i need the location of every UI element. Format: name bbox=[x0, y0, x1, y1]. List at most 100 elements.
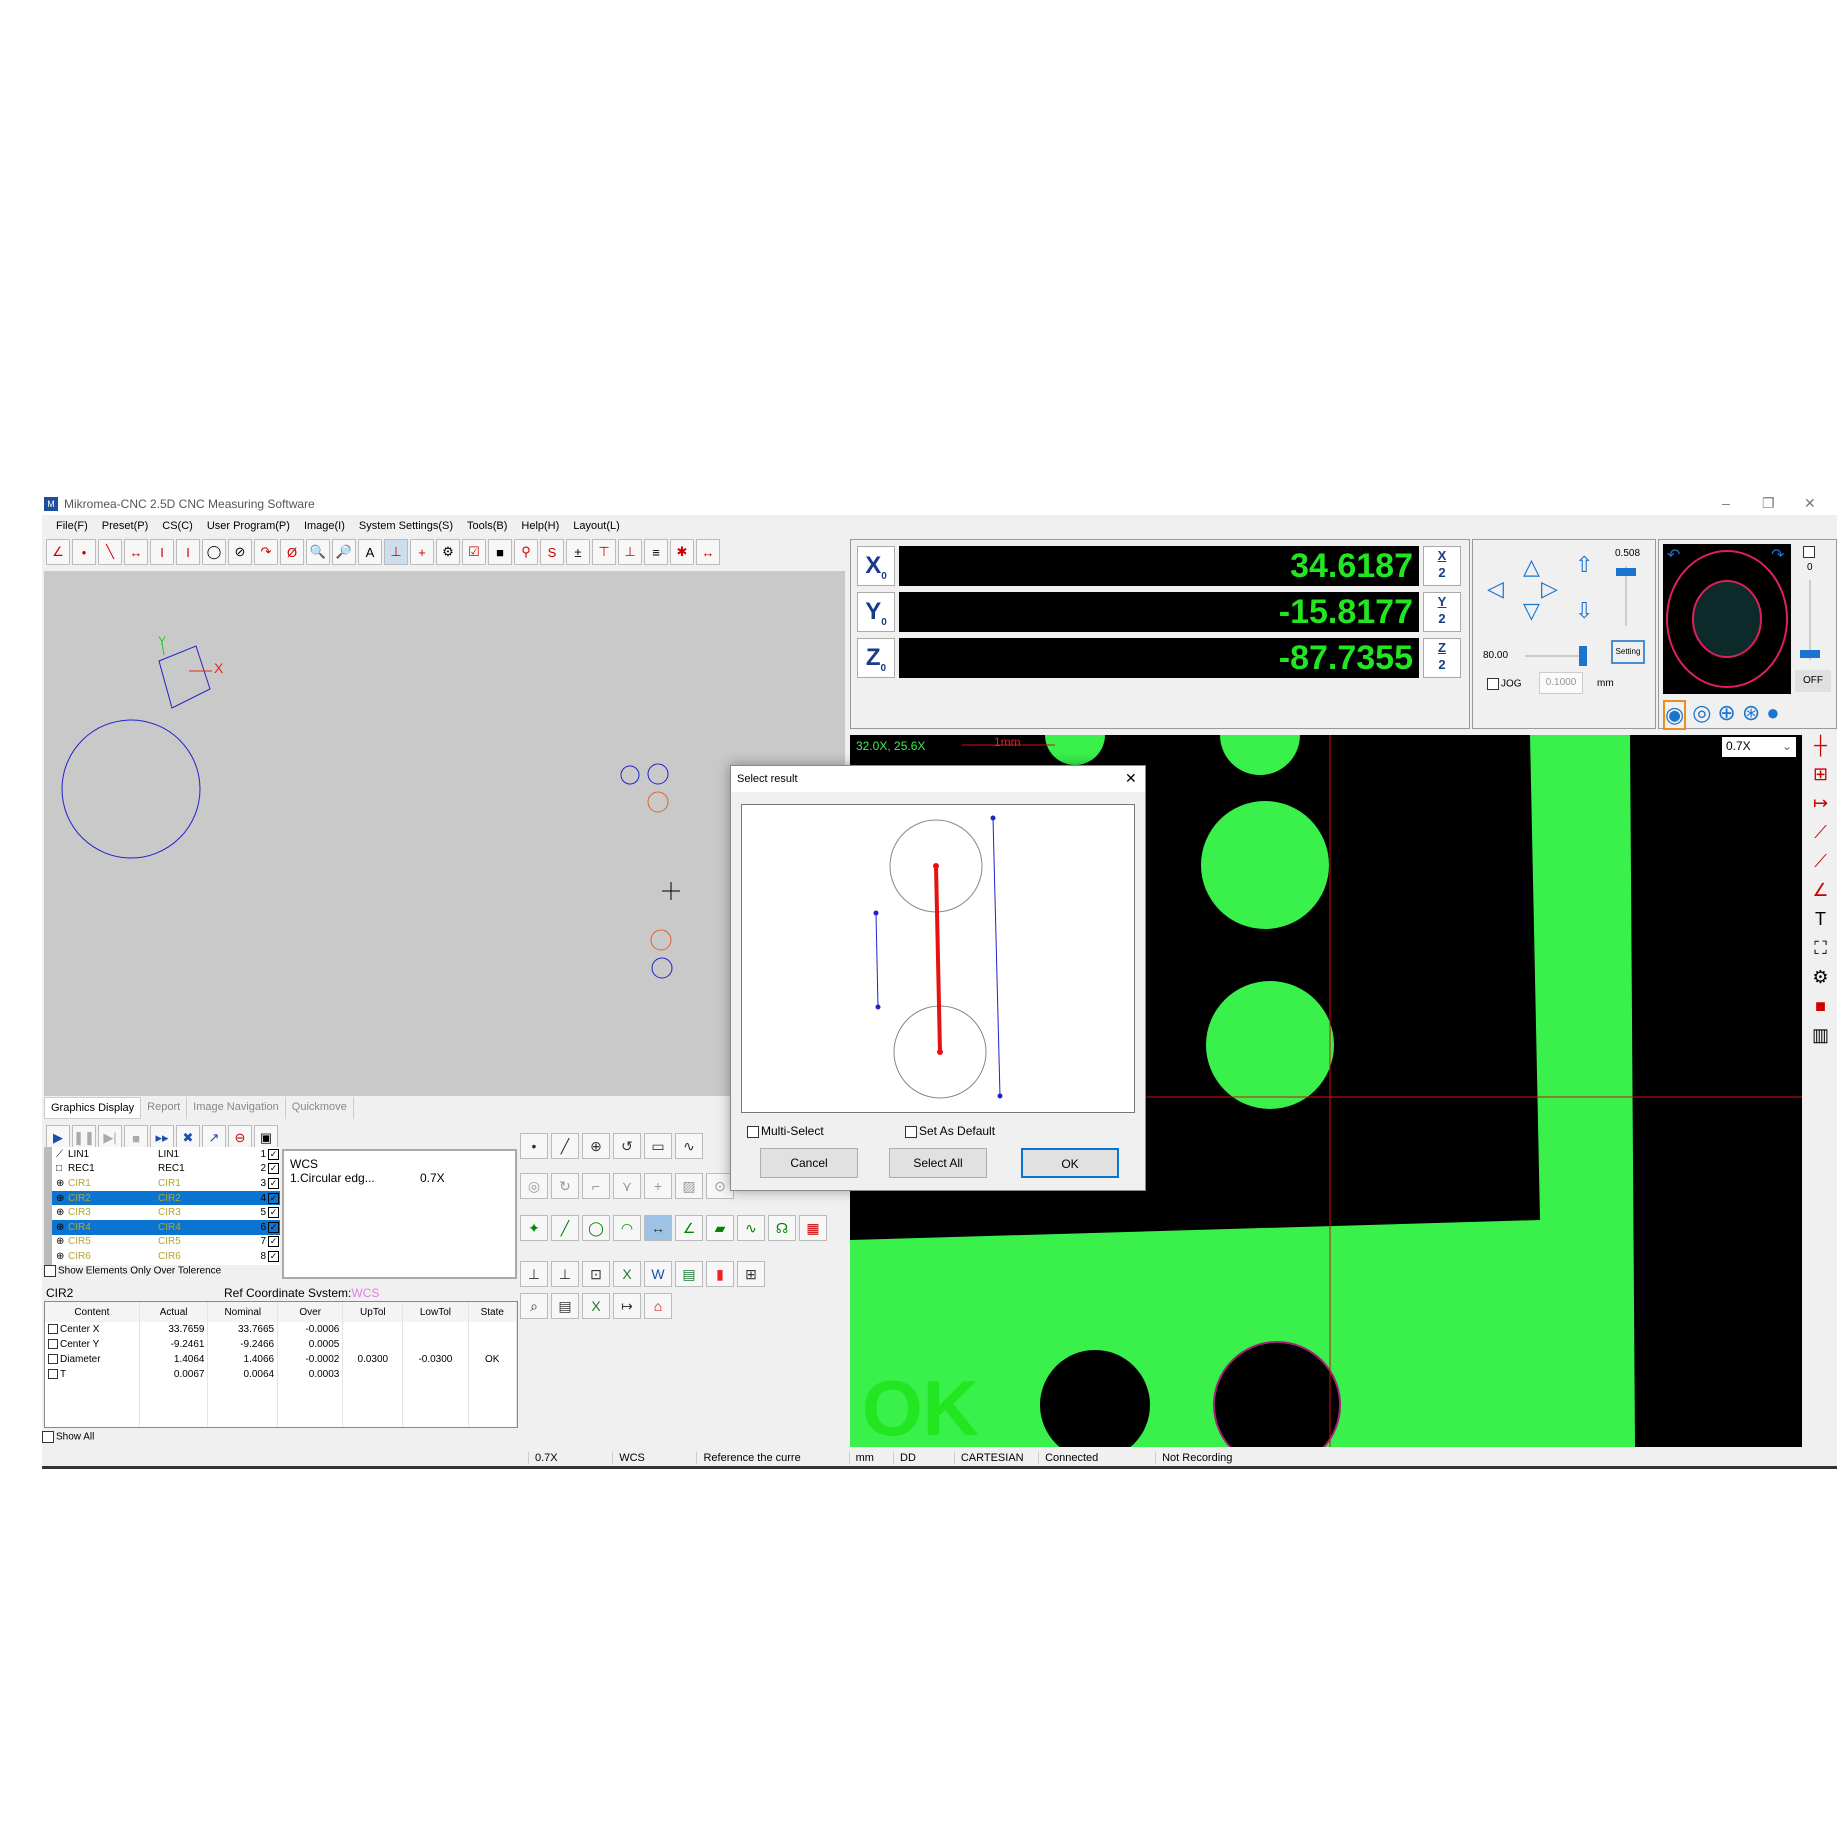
settings-icon[interactable]: ⚙ bbox=[1812, 967, 1828, 988]
element-row[interactable]: ⟋ LIN1 LIN1 1 ✓ bbox=[52, 1147, 280, 1162]
coordinate-icon[interactable]: ⊥ bbox=[384, 539, 408, 565]
z-half-button[interactable]: Z2 bbox=[1423, 638, 1461, 678]
s-icon[interactable]: S bbox=[540, 539, 564, 565]
align-base-icon[interactable]: ⊥ bbox=[618, 539, 642, 565]
construct-line-icon[interactable]: ╱ bbox=[551, 1215, 579, 1241]
zoom-in-icon[interactable]: 🔍 bbox=[306, 539, 330, 565]
circle-icon[interactable]: ⊕ bbox=[582, 1133, 610, 1159]
construct-angle-icon[interactable]: ∠ bbox=[675, 1215, 703, 1241]
element-visible-checkbox[interactable]: ✓ bbox=[268, 1177, 279, 1189]
element-row[interactable]: ⊕ CIR3 CIR3 5 ✓ bbox=[52, 1205, 280, 1220]
grid-split-icon[interactable]: ⊞ bbox=[737, 1261, 765, 1287]
angle-icon[interactable]: ∠ bbox=[1812, 880, 1828, 901]
element-row[interactable]: ⊕ CIR4 CIR4 6 ✓ bbox=[52, 1219, 280, 1235]
diameter-tool-icon[interactable]: Ø bbox=[280, 539, 304, 565]
arrow-down-icon[interactable]: ▽ bbox=[1523, 598, 1540, 624]
close-button[interactable]: ✕ bbox=[1804, 495, 1816, 512]
segment-light-icon[interactable]: ⊕ bbox=[1717, 700, 1735, 730]
construct-contour-icon[interactable]: ☊ bbox=[768, 1215, 796, 1241]
crosshair-icon[interactable]: ┼ bbox=[1814, 735, 1827, 756]
record-icon[interactable]: ■ bbox=[1815, 996, 1826, 1017]
circle-tool-icon[interactable]: ◯ bbox=[202, 539, 226, 565]
construct-distance-icon[interactable]: ↔ bbox=[644, 1215, 672, 1241]
result-preview[interactable] bbox=[741, 804, 1135, 1113]
cancel-button[interactable]: Cancel bbox=[760, 1148, 858, 1178]
dialog-close-icon[interactable]: ✕ bbox=[1125, 770, 1137, 787]
curve-icon[interactable]: ∿ bbox=[675, 1133, 703, 1159]
cs-save-icon[interactable]: ⊡ bbox=[582, 1261, 610, 1287]
element-visible-checkbox[interactable]: ✓ bbox=[268, 1207, 279, 1219]
setting-button[interactable]: Setting bbox=[1611, 640, 1645, 664]
grid-icon[interactable]: ⊞ bbox=[1813, 764, 1828, 785]
crosshair-icon[interactable]: + bbox=[410, 539, 434, 565]
jog-checkbox[interactable]: JOG bbox=[1487, 678, 1522, 690]
arc-icon[interactable]: ↺ bbox=[613, 1133, 641, 1159]
gear-icon[interactable]: ⚙ bbox=[436, 539, 460, 565]
menu-item[interactable]: Help(H) bbox=[521, 520, 559, 532]
rectangle-icon[interactable]: ▭ bbox=[644, 1133, 672, 1159]
element-visible-checkbox[interactable]: ✓ bbox=[268, 1236, 279, 1248]
menu-item[interactable]: Preset(P) bbox=[102, 520, 148, 532]
tab-report[interactable]: Report bbox=[141, 1097, 188, 1119]
menu-item[interactable]: File(F) bbox=[56, 520, 88, 532]
circle-alt-tool-icon[interactable]: ⊘ bbox=[228, 539, 252, 565]
show-over-tolerance-checkbox[interactable]: Show Elements Only Over Tolerence bbox=[44, 1265, 221, 1277]
image-icon[interactable]: ▨ bbox=[675, 1173, 703, 1199]
probe-icon[interactable]: ⚲ bbox=[514, 539, 538, 565]
cross-icon[interactable]: + bbox=[644, 1173, 672, 1199]
align-axis-icon[interactable]: ⊥ bbox=[551, 1261, 579, 1287]
tab-quickmove[interactable]: Quickmove bbox=[286, 1097, 354, 1119]
excel-report-icon[interactable]: X bbox=[582, 1293, 610, 1319]
tab-graphics-display[interactable]: Graphics Display bbox=[44, 1097, 142, 1119]
multi-select-checkbox[interactable]: Multi-Select bbox=[747, 1124, 824, 1138]
z-down-icon[interactable]: ⇩ bbox=[1575, 598, 1593, 624]
ring-light-icon[interactable]: ◉ bbox=[1663, 700, 1687, 730]
menu-item[interactable]: Image(I) bbox=[304, 520, 345, 532]
line-tool-icon[interactable]: ╲ bbox=[98, 539, 122, 565]
element-visible-checkbox[interactable]: ✓ bbox=[268, 1148, 279, 1160]
distance-icon[interactable]: ↦ bbox=[1813, 793, 1828, 814]
minimize-button[interactable]: – bbox=[1722, 495, 1730, 511]
restore-button[interactable]: ❐ bbox=[1762, 495, 1775, 512]
text-tool-icon[interactable]: A bbox=[358, 539, 382, 565]
light-checkbox[interactable] bbox=[1803, 546, 1815, 558]
element-row[interactable]: ⊕ CIR1 CIR1 3 ✓ bbox=[52, 1176, 280, 1191]
element-visible-checkbox[interactable]: ✓ bbox=[268, 1192, 279, 1204]
construct-point-icon[interactable]: ✦ bbox=[520, 1215, 548, 1241]
barcode-icon[interactable]: ▥ bbox=[1812, 1025, 1829, 1046]
select-all-button[interactable]: Select All bbox=[889, 1148, 987, 1178]
report-table-icon[interactable]: ▦ bbox=[799, 1215, 827, 1241]
text-icon[interactable]: T bbox=[1815, 909, 1826, 930]
menu-item[interactable]: Tools(B) bbox=[467, 520, 507, 532]
arc-tool-icon[interactable]: ↷ bbox=[254, 539, 278, 565]
element-row[interactable]: □ REC1 REC1 2 ✓ bbox=[52, 1162, 280, 1177]
menu-item[interactable]: CS(C) bbox=[162, 520, 193, 532]
arrow-up-icon[interactable]: △ bbox=[1523, 554, 1540, 580]
edge-icon[interactable]: ⌐ bbox=[582, 1173, 610, 1199]
height-tool-icon[interactable]: I bbox=[176, 539, 200, 565]
black-square-icon[interactable]: ■ bbox=[488, 539, 512, 565]
menu-item[interactable]: System Settings(S) bbox=[359, 520, 453, 532]
menu-item[interactable]: User Program(P) bbox=[207, 520, 290, 532]
ok-button[interactable]: OK bbox=[1021, 1148, 1119, 1178]
color-icon[interactable]: ▮ bbox=[706, 1261, 734, 1287]
coaxial-light-icon[interactable]: ● bbox=[1766, 700, 1779, 730]
content-cell[interactable]: Diameter bbox=[45, 1352, 140, 1367]
arrow-left-icon[interactable]: ◁ bbox=[1487, 576, 1504, 602]
element-row[interactable]: ⊕ CIR5 CIR5 7 ✓ bbox=[52, 1235, 280, 1250]
speed2-slider[interactable] bbox=[1525, 646, 1587, 666]
element-row[interactable]: ⊕ CIR6 CIR6 8 ✓ bbox=[52, 1249, 280, 1264]
export-excel-icon[interactable]: X bbox=[613, 1261, 641, 1287]
element-visible-checkbox[interactable]: ✓ bbox=[268, 1163, 279, 1175]
point-tool-icon[interactable]: • bbox=[72, 539, 96, 565]
content-cell[interactable]: Center X bbox=[45, 1322, 140, 1337]
ring-light-2-icon[interactable]: ◎ bbox=[1692, 700, 1711, 730]
segment-light-2-icon[interactable]: ⊛ bbox=[1742, 700, 1760, 730]
home-icon[interactable]: ⌂ bbox=[644, 1293, 672, 1319]
checklist-icon[interactable]: ☑ bbox=[462, 539, 486, 565]
zoom-fit-icon[interactable]: 🔎 bbox=[332, 539, 356, 565]
zoom-select[interactable]: 0.7X ⌄ bbox=[1722, 737, 1796, 757]
fullscreen-icon[interactable]: ⛶ bbox=[1814, 938, 1827, 959]
pin-icon[interactable]: ✱ bbox=[670, 539, 694, 565]
light-slider[interactable] bbox=[1800, 580, 1820, 660]
